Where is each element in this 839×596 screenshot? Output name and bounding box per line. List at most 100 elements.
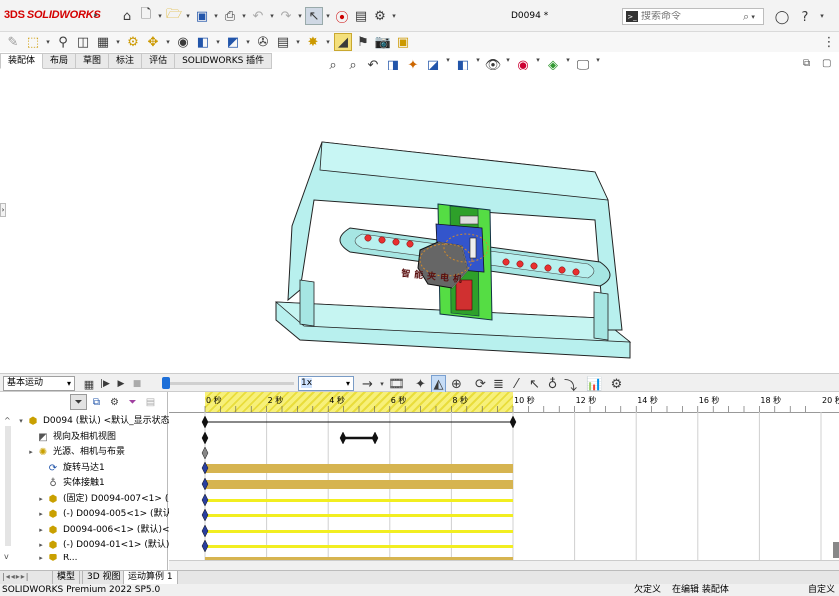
graphics-area[interactable]: › 智能夹电机 bbox=[0, 70, 839, 373]
motor-tool-icon[interactable]: ⟳ bbox=[473, 375, 488, 393]
expander-icon[interactable]: ▾ bbox=[16, 414, 26, 429]
chevron-down-icon[interactable]: ▾ bbox=[164, 38, 172, 46]
exploded-view-icon[interactable]: ✸ bbox=[304, 33, 322, 51]
menu-expand-icon[interactable]: ▸ bbox=[92, 11, 100, 19]
timeline-area[interactable]: 0 秒 2 秒 4 秒 6 秒 8 秒 10 秒 12 秒 14 秒 16 秒 18 秒 20 秒 bbox=[169, 392, 839, 570]
mate-icon[interactable]: ⚲ bbox=[54, 33, 72, 51]
timeline-bar[interactable] bbox=[205, 530, 513, 533]
tab-model[interactable]: 模型 bbox=[52, 571, 81, 585]
toolbar-overflow-icon[interactable]: ⋮ bbox=[820, 33, 838, 51]
results-plots-icon[interactable]: 📊 bbox=[586, 375, 602, 393]
tree-item-component[interactable]: ▸ ⬢ (-) D0094-005<1> (默认) bbox=[36, 507, 175, 522]
filter-results-icon[interactable]: ▤ bbox=[142, 394, 159, 410]
show-hidden-icon[interactable]: ◉ bbox=[174, 33, 192, 51]
tree-item-lights-cameras[interactable]: ▸ ✺ 光源、相机与布景 bbox=[26, 445, 125, 460]
custom-units[interactable]: 自定义 bbox=[808, 584, 835, 596]
playback-slider-thumb[interactable] bbox=[162, 377, 170, 389]
restore-icon[interactable]: ⧉ bbox=[803, 58, 810, 69]
save-icon[interactable]: ▣ bbox=[193, 7, 211, 25]
chevron-down-icon[interactable]: ▾ bbox=[156, 12, 164, 20]
tab-layout[interactable]: 布局 bbox=[43, 53, 77, 69]
tab-evaluate[interactable]: 评估 bbox=[142, 53, 176, 69]
autokey-icon[interactable]: ◭ bbox=[431, 375, 446, 393]
chevron-down-icon[interactable]: ▾ bbox=[324, 12, 332, 20]
home-icon[interactable]: ⌂ bbox=[118, 7, 136, 25]
tab-3d-view[interactable]: 3D 视图 bbox=[82, 571, 126, 585]
keypoint[interactable] bbox=[201, 493, 209, 507]
reference-geometry-icon[interactable]: ◩ bbox=[224, 33, 242, 51]
bill-of-materials-icon[interactable]: ▤ bbox=[274, 33, 292, 51]
filter-driving-icon[interactable]: ⚙ bbox=[106, 394, 123, 410]
tree-item-component[interactable]: ▸ ⬢ D0094-006<1> (默认)< bbox=[36, 523, 169, 538]
edit-component-icon[interactable]: ✎ bbox=[4, 33, 22, 51]
move-component-icon[interactable]: ✥ bbox=[144, 33, 162, 51]
keypoint[interactable] bbox=[201, 524, 209, 538]
expander-icon[interactable]: ▸ bbox=[36, 523, 46, 538]
filter-icon[interactable]: ⏷ bbox=[70, 394, 87, 410]
motion-study-properties-icon[interactable]: ⚙ bbox=[609, 375, 624, 393]
component-preview-icon[interactable]: ◫ bbox=[74, 33, 92, 51]
solidworks-logo[interactable]: 3DS SOLIDWORKS bbox=[4, 9, 101, 21]
timeline-bar[interactable] bbox=[205, 499, 513, 502]
chevron-down-icon[interactable]: ▾ bbox=[390, 12, 398, 20]
tab-scroll-arrows-icon[interactable]: |◂◂▸▸| bbox=[2, 572, 29, 581]
expander-icon[interactable]: ▸ bbox=[36, 507, 46, 522]
scroll-down-arrow-icon[interactable]: v bbox=[4, 552, 9, 561]
chevron-down-icon[interactable]: ▾ bbox=[114, 38, 122, 46]
playback-speed-select[interactable]: 1x ▾ bbox=[298, 376, 354, 391]
redo-icon[interactable]: ↷ bbox=[277, 7, 295, 25]
assembly-model[interactable] bbox=[270, 130, 640, 365]
chevron-down-icon[interactable]: ▾ bbox=[749, 13, 757, 21]
file-properties-icon[interactable]: ▤ bbox=[352, 7, 370, 25]
force-icon[interactable]: ↖ bbox=[527, 375, 542, 393]
select-cursor-icon[interactable]: ↖ bbox=[305, 7, 323, 25]
playback-mode-icon[interactable]: → bbox=[360, 375, 375, 393]
help-icon[interactable]: ? bbox=[796, 8, 814, 26]
play-icon[interactable]: ▶ bbox=[114, 375, 128, 393]
tree-scrollbar[interactable] bbox=[5, 426, 11, 546]
panel-collapse-handle[interactable]: › bbox=[0, 203, 6, 217]
chevron-down-icon[interactable]: ▾ bbox=[214, 38, 222, 46]
new-motion-study-icon[interactable]: ✇ bbox=[254, 33, 272, 51]
tree-item-component[interactable]: ▸ ⬢ (固定) D0094-007<1> (默 bbox=[36, 492, 177, 507]
keypoint[interactable] bbox=[201, 539, 209, 553]
tab-markup[interactable]: 标注 bbox=[109, 53, 143, 69]
keypoint[interactable] bbox=[509, 415, 517, 429]
expander-icon[interactable]: ▸ bbox=[36, 492, 46, 507]
animation-wizard-icon[interactable]: ✦ bbox=[413, 375, 428, 393]
chevron-down-icon[interactable]: ▾ bbox=[184, 12, 192, 20]
tab-sketch[interactable]: 草图 bbox=[76, 53, 110, 69]
calculate-icon[interactable]: ▦ bbox=[82, 375, 96, 393]
timeline-bar[interactable] bbox=[205, 464, 513, 473]
chevron-down-icon[interactable]: ▾ bbox=[818, 12, 826, 20]
spring-icon[interactable]: ≣ bbox=[491, 375, 506, 393]
assembly-features-icon[interactable]: ◧ bbox=[194, 33, 212, 51]
filter-animated-icon[interactable]: ⧉ bbox=[88, 394, 105, 410]
chevron-down-icon[interactable]: ▾ bbox=[244, 38, 252, 46]
timeline-bar[interactable] bbox=[205, 480, 513, 489]
search-input[interactable] bbox=[641, 11, 741, 22]
chevron-down-icon[interactable]: ▾ bbox=[44, 38, 52, 46]
traffic-light-icon[interactable]: ⦿ bbox=[333, 7, 351, 26]
tree-item-assembly[interactable]: ▾ ⬢ D0094 (默认) <默认_显示状态 bbox=[16, 414, 169, 429]
linear-pattern-icon[interactable]: ▦ bbox=[94, 33, 112, 51]
save-animation-icon[interactable]: 🎞 bbox=[388, 375, 405, 393]
timeline-scrollbar-thumb[interactable] bbox=[833, 542, 839, 558]
expander-icon[interactable]: ▸ bbox=[36, 538, 46, 553]
tree-item-contact[interactable]: ♁ 实体接触1 bbox=[46, 476, 104, 491]
timeline-horizontal-scrollbar[interactable] bbox=[169, 560, 839, 570]
keypoint[interactable] bbox=[339, 431, 347, 445]
study-type-select[interactable]: 基本运动 ▾ bbox=[3, 376, 75, 391]
play-from-start-icon[interactable]: |▶ bbox=[98, 375, 112, 393]
user-icon[interactable]: ◯ bbox=[773, 8, 791, 26]
undo-icon[interactable]: ↶ bbox=[249, 7, 267, 25]
keypoint[interactable] bbox=[201, 415, 209, 429]
stop-icon[interactable]: ■ bbox=[130, 375, 144, 393]
tree-item-view-orientation[interactable]: ◩ 视向及相机视图 bbox=[36, 430, 116, 445]
smart-fasteners-icon[interactable]: ⚙ bbox=[124, 33, 142, 51]
print-icon[interactable]: ⎙ bbox=[221, 7, 239, 25]
open-folder-icon[interactable]: 🗁 bbox=[165, 7, 183, 25]
gravity-icon[interactable]: ⤵ bbox=[563, 375, 578, 394]
scroll-up-arrow-icon[interactable]: ^ bbox=[4, 416, 11, 425]
keypoint[interactable] bbox=[201, 446, 209, 460]
